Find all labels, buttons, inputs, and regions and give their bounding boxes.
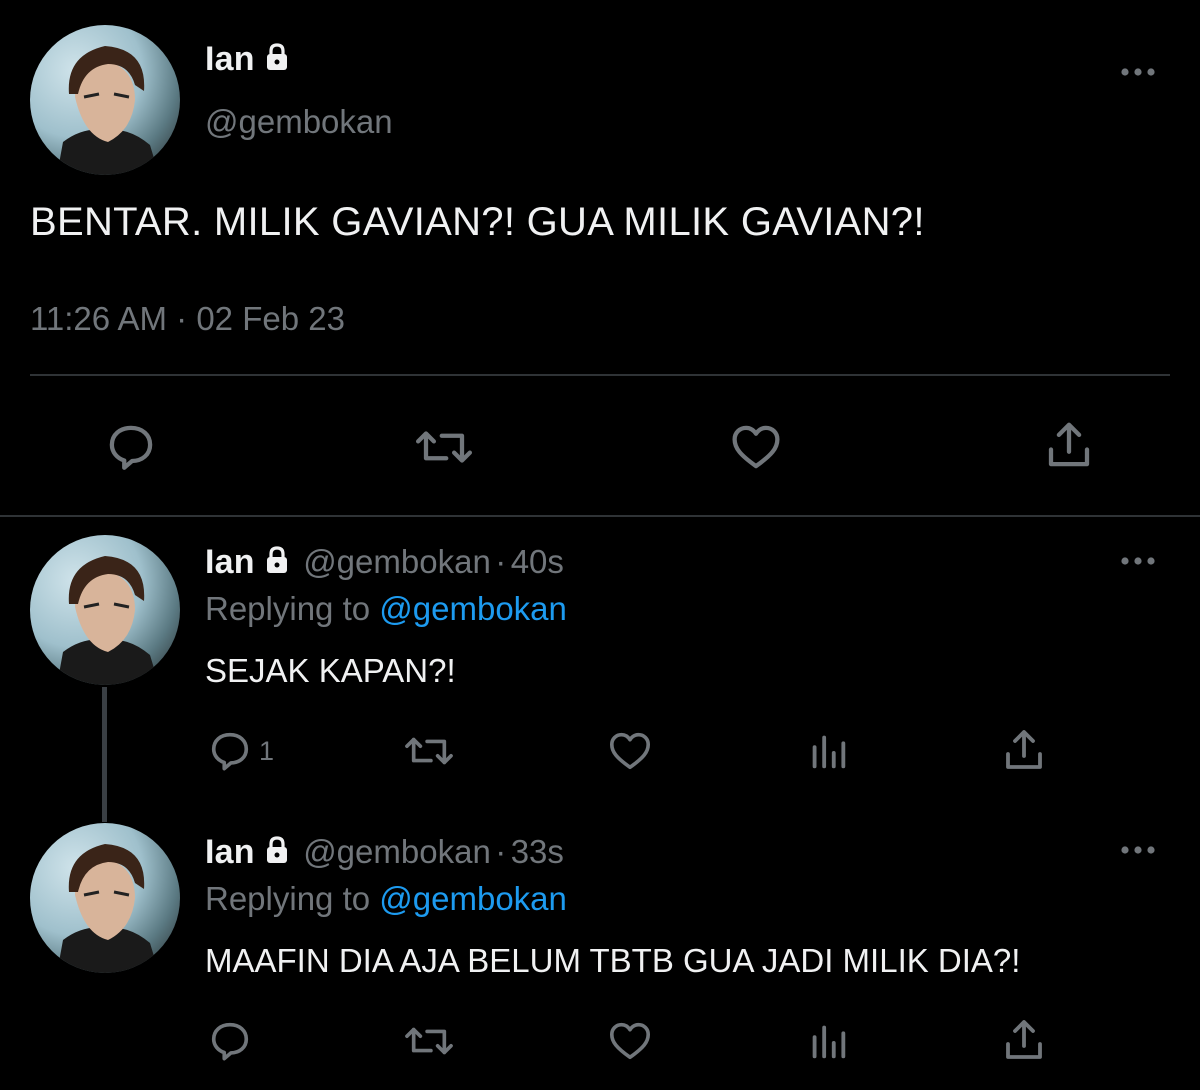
tweet-text: BENTAR. MILIK GAVIAN?! GUA MILIK GAVIAN?… [30, 200, 925, 244]
author-handle[interactable]: @gembokan [205, 103, 393, 141]
timestamp-separator: · [176, 300, 188, 337]
divider [30, 374, 1170, 376]
tweet-age[interactable]: 33s [511, 833, 564, 870]
analytics-icon[interactable] [805, 1018, 851, 1064]
tweet-timestamp[interactable]: 11:26 AM · 02 Feb 23 [30, 300, 345, 338]
retweet-icon[interactable] [400, 1018, 458, 1064]
retweet-icon[interactable] [400, 728, 458, 774]
like-icon[interactable] [605, 728, 655, 774]
author-handle[interactable]: @gembokan [303, 543, 491, 580]
lock-icon [261, 544, 293, 581]
author-name[interactable]: Ian [205, 543, 255, 581]
analytics-icon[interactable] [805, 728, 851, 774]
avatar[interactable] [30, 535, 180, 685]
tweet-time: 11:26 AM [30, 300, 167, 337]
tweet-date: 02 Feb 23 [196, 300, 345, 337]
replying-prefix: Replying to [205, 590, 371, 627]
author-name[interactable]: Ian [205, 833, 255, 871]
section-divider [0, 515, 1200, 517]
reply-header: Ian @gembokan · 40s [205, 543, 564, 582]
share-icon[interactable] [1000, 1016, 1048, 1064]
avatar-illustration [57, 46, 159, 175]
replying-to-link[interactable]: @gembokan [379, 880, 567, 917]
tweet-text: MAAFIN DIA AJA BELUM TBTB GUA JADI MILIK… [205, 942, 1021, 979]
more-icon[interactable] [1118, 842, 1158, 858]
tweet-text: SEJAK KAPAN?! [205, 652, 456, 689]
avatar-illustration [57, 844, 159, 973]
thread-line [102, 687, 107, 822]
retweet-icon[interactable] [412, 420, 476, 474]
replying-to-link[interactable]: @gembokan [379, 590, 567, 627]
share-icon[interactable] [1042, 418, 1096, 472]
more-icon[interactable] [1118, 64, 1158, 80]
replying-to: Replying to @gembokan [205, 590, 567, 628]
author-handle[interactable]: @gembokan [303, 833, 491, 870]
replying-to: Replying to @gembokan [205, 880, 567, 918]
tweet-age[interactable]: 40s [511, 543, 564, 580]
reply-icon[interactable] [104, 420, 158, 474]
header-separator: · [495, 543, 507, 580]
author-name[interactable]: Ian [205, 40, 255, 78]
avatar-illustration [57, 556, 159, 685]
share-icon[interactable] [1000, 726, 1048, 774]
lock-icon [261, 41, 293, 82]
replying-prefix: Replying to [205, 880, 371, 917]
reply-icon [205, 728, 255, 774]
like-icon[interactable] [728, 420, 784, 474]
more-icon[interactable] [1118, 553, 1158, 569]
reply-icon[interactable] [205, 1018, 255, 1064]
lock-icon [261, 834, 293, 871]
avatar[interactable] [30, 25, 180, 175]
avatar[interactable] [30, 823, 180, 973]
reply-header: Ian @gembokan · 33s [205, 833, 564, 872]
reply-button[interactable]: 1 [205, 728, 274, 774]
reply-count: 1 [259, 735, 275, 766]
like-icon[interactable] [605, 1018, 655, 1064]
header-separator: · [495, 833, 507, 870]
